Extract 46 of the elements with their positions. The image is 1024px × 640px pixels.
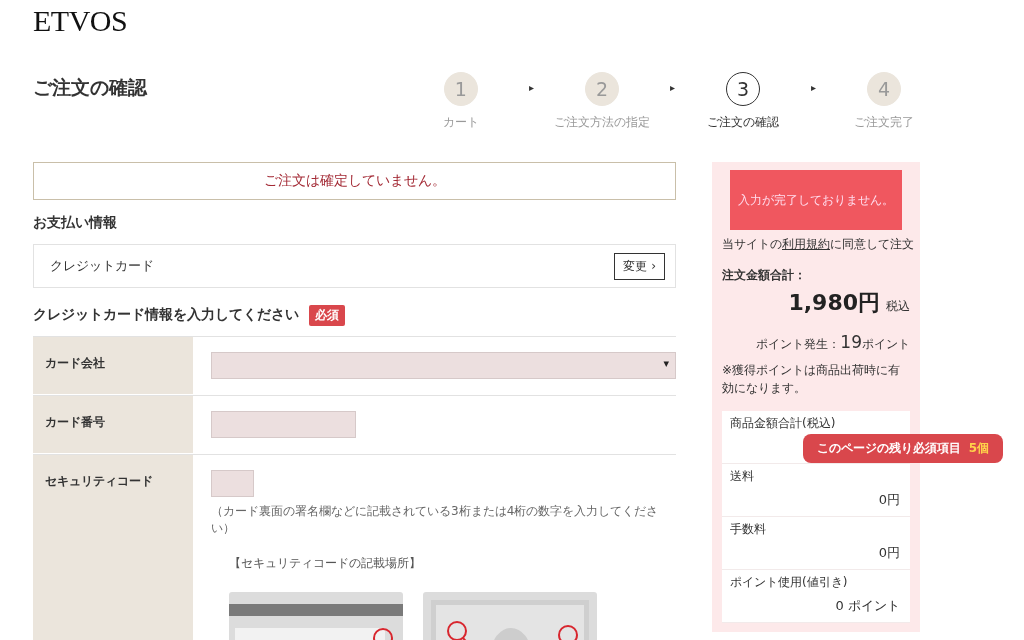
total-amount: 1,980円 [788,289,880,317]
step-label: ご注文完了 [854,114,914,131]
step-label: ご注文方法の指定 [553,114,650,131]
step-number: 1 [443,72,478,106]
step-label: カート [442,114,479,131]
price-label: 送料 [730,468,755,485]
step-number: 2 [584,72,619,106]
field-label: セキュリティコード [33,455,193,640]
price-value: 0円 [878,545,900,560]
points-label: ポイント発生： [756,336,841,353]
price-value: 0円 [878,492,900,507]
total-label: 注文金額合計： [722,267,807,284]
points-value: 19 [840,332,862,352]
remaining-fields-badge[interactable]: このページの残り必須項目 5個 [803,434,1003,463]
price-label: 商品金額合計(税込) [730,415,837,432]
security-code-field[interactable] [211,470,254,497]
hint-text: （カード裏面の署名欄などに記載されている3桁または4桁の数字を入力してください） [211,503,660,537]
card-number-field[interactable] [211,411,356,438]
tax-note: 税込 [886,298,910,315]
change-button[interactable]: 変更 › [614,252,665,280]
step-arrow-icon: ▸ [669,82,675,93]
notice-banner: ご注文は確定していません。 [33,162,676,200]
page-title: ご注文の確認 [33,75,147,100]
field-label: カード番号 [33,396,193,454]
step-arrow-icon: ▸ [528,82,534,93]
badge-count: 5個 [968,440,990,457]
step-number: 3 [725,72,760,106]
step-label: ご注文の確認 [706,114,779,131]
points-note: ※獲得ポイントは商品出荷時に有効になります。 [722,362,902,397]
field-label: カード会社 [33,337,193,395]
required-badge: 必須 [309,304,345,326]
caret-icon: ▾ [663,357,669,370]
points-unit: ポイント [862,337,910,353]
card-company-select[interactable]: ▾ [211,352,676,379]
price-label: ポイント使用(値引き) [730,574,849,591]
step-arrow-icon: ▸ [810,82,816,93]
diagram-title: 【セキュリティコードの記載場所】 [229,555,422,572]
logo[interactable]: ETVOS [33,4,128,38]
step-number: 4 [867,72,901,106]
terms-link[interactable]: 利用規約 [782,237,830,251]
price-value: 0 ポイント [835,598,900,613]
badge-text: このページの残り必須項目 [816,440,961,457]
price-label: 手数料 [730,521,767,538]
payment-method: クレジットカード [50,257,154,275]
section-heading: お支払い情報 [33,214,118,232]
section-heading: クレジットカード情報を入力してください [33,306,299,324]
